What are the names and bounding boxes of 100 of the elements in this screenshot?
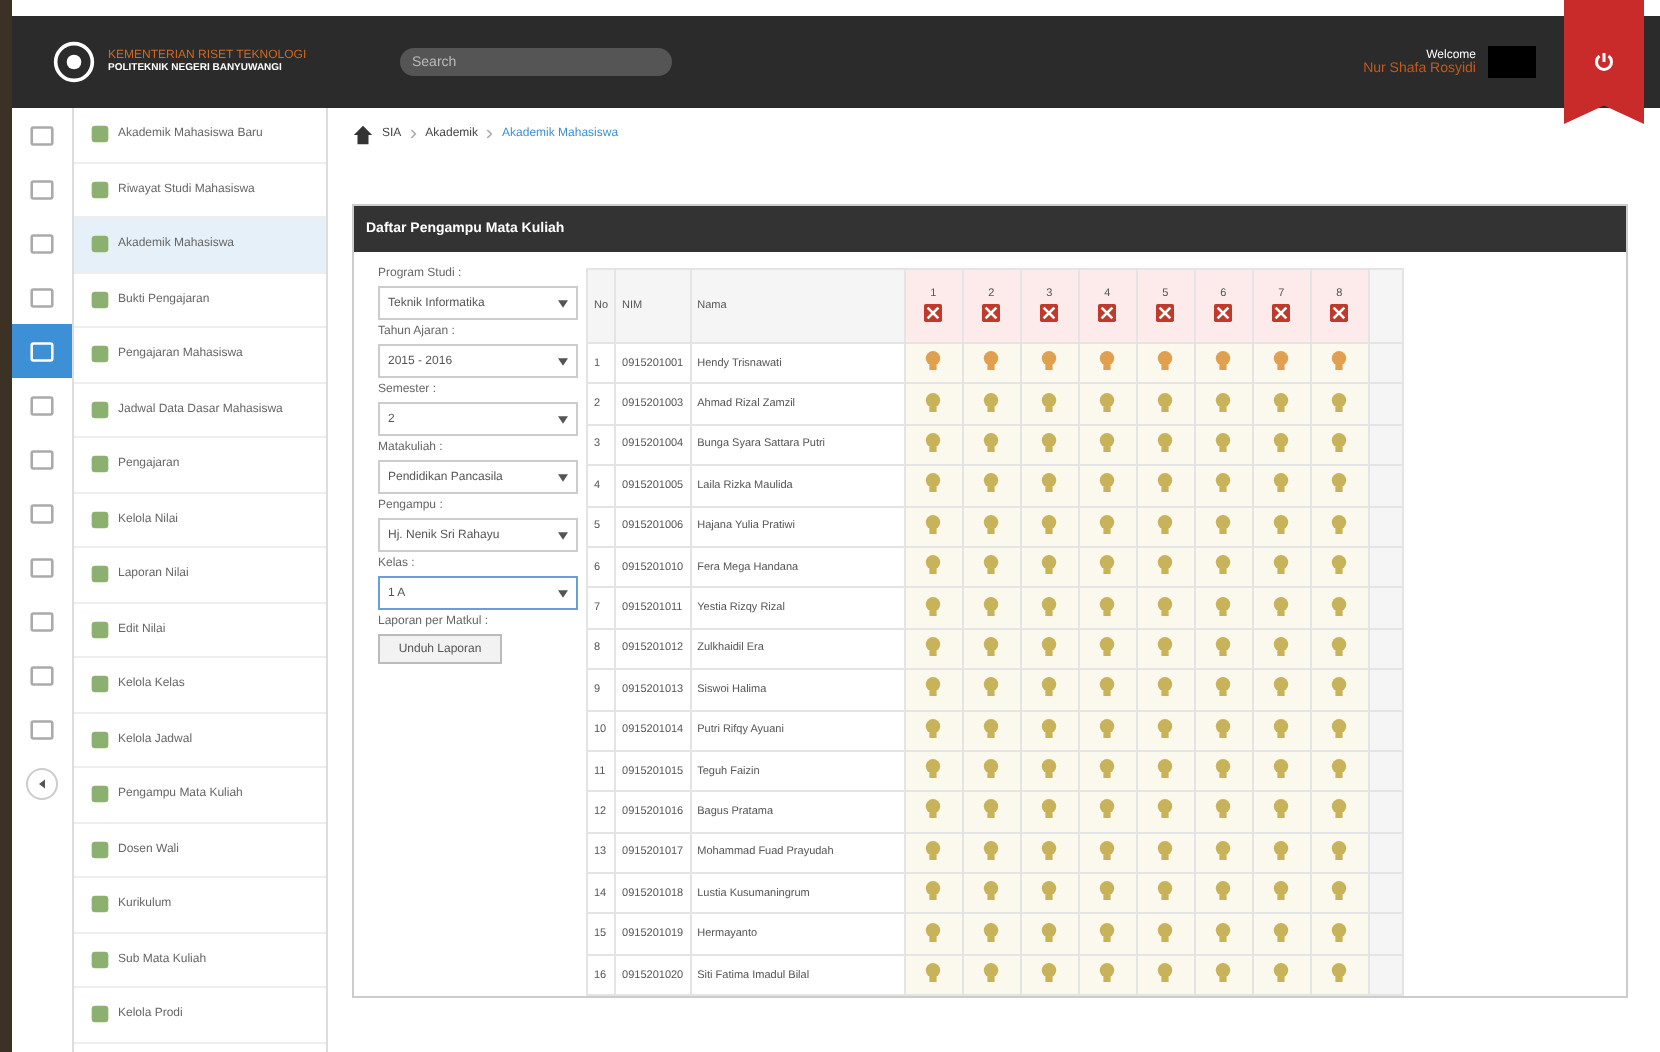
lightbulb-icon[interactable]: [1272, 350, 1291, 373]
lightbulb-icon[interactable]: [1040, 595, 1059, 618]
lightbulb-icon[interactable]: [924, 595, 943, 618]
lightbulb-icon[interactable]: [924, 839, 943, 862]
lightbulb-icon[interactable]: [1040, 431, 1059, 454]
lightbulb-icon[interactable]: [1330, 880, 1349, 903]
lightbulb-icon[interactable]: [1330, 839, 1349, 862]
lightbulb-icon[interactable]: [1098, 595, 1117, 618]
lightbulb-icon[interactable]: [1156, 554, 1175, 577]
lightbulb-icon[interactable]: [924, 391, 943, 414]
lightbulb-icon[interactable]: [1214, 921, 1233, 944]
logout-button[interactable]: [1564, 0, 1644, 124]
lightbulb-icon[interactable]: [1330, 391, 1349, 414]
lightbulb-icon[interactable]: [1156, 758, 1175, 781]
lightbulb-icon[interactable]: [1040, 635, 1059, 658]
lightbulb-icon[interactable]: [982, 554, 1001, 577]
lightbulb-icon[interactable]: [924, 350, 943, 373]
lightbulb-icon[interactable]: [924, 513, 943, 536]
lightbulb-icon[interactable]: [1098, 391, 1117, 414]
lightbulb-icon[interactable]: [1272, 921, 1291, 944]
lightbulb-icon[interactable]: [1272, 513, 1291, 536]
lightbulb-icon[interactable]: [1214, 391, 1233, 414]
lightbulb-icon[interactable]: [1330, 635, 1349, 658]
lightbulb-icon[interactable]: [982, 758, 1001, 781]
lightbulb-icon[interactable]: [982, 676, 1001, 699]
lightbulb-icon[interactable]: [1330, 350, 1349, 373]
lightbulb-icon[interactable]: [924, 635, 943, 658]
lightbulb-icon[interactable]: [1040, 839, 1059, 862]
collapse-button[interactable]: [26, 768, 58, 800]
lightbulb-icon[interactable]: [1214, 635, 1233, 658]
lightbulb-icon[interactable]: [1156, 798, 1175, 821]
lightbulb-icon[interactable]: [1156, 880, 1175, 903]
lightbulb-icon[interactable]: [924, 921, 943, 944]
lightbulb-icon[interactable]: [1330, 717, 1349, 740]
lightbulb-icon[interactable]: [1040, 921, 1059, 944]
lightbulb-icon[interactable]: [1272, 554, 1291, 577]
lightbulb-icon[interactable]: [1272, 472, 1291, 495]
lightbulb-icon[interactable]: [924, 758, 943, 781]
lightbulb-icon[interactable]: [1272, 717, 1291, 740]
lightbulb-icon[interactable]: [1330, 962, 1349, 985]
lightbulb-icon[interactable]: [1040, 798, 1059, 821]
lightbulb-icon[interactable]: [1098, 839, 1117, 862]
lightbulb-icon[interactable]: [1040, 758, 1059, 781]
lightbulb-icon[interactable]: [1156, 635, 1175, 658]
lightbulb-icon[interactable]: [1214, 676, 1233, 699]
lightbulb-icon[interactable]: [1214, 472, 1233, 495]
lightbulb-icon[interactable]: [1272, 391, 1291, 414]
lightbulb-icon[interactable]: [1156, 921, 1175, 944]
lightbulb-icon[interactable]: [1098, 921, 1117, 944]
lightbulb-icon[interactable]: [1156, 431, 1175, 454]
lightbulb-icon[interactable]: [1098, 676, 1117, 699]
lightbulb-icon[interactable]: [1330, 758, 1349, 781]
lightbulb-icon[interactable]: [982, 962, 1001, 985]
lightbulb-icon[interactable]: [982, 391, 1001, 414]
lightbulb-icon[interactable]: [1098, 880, 1117, 903]
lightbulb-icon[interactable]: [1272, 676, 1291, 699]
lightbulb-icon[interactable]: [1040, 554, 1059, 577]
lightbulb-icon[interactable]: [1214, 962, 1233, 985]
lightbulb-icon[interactable]: [1156, 391, 1175, 414]
lightbulb-icon[interactable]: [1214, 431, 1233, 454]
lightbulb-icon[interactable]: [1272, 880, 1291, 903]
lightbulb-icon[interactable]: [982, 880, 1001, 903]
lightbulb-icon[interactable]: [1098, 513, 1117, 536]
lightbulb-icon[interactable]: [1214, 350, 1233, 373]
lightbulb-icon[interactable]: [1330, 472, 1349, 495]
lightbulb-icon[interactable]: [1156, 717, 1175, 740]
lightbulb-icon[interactable]: [1098, 554, 1117, 577]
lightbulb-icon[interactable]: [1330, 676, 1349, 699]
lightbulb-icon[interactable]: [1156, 676, 1175, 699]
lightbulb-icon[interactable]: [924, 431, 943, 454]
lightbulb-icon[interactable]: [982, 472, 1001, 495]
lightbulb-icon[interactable]: [1156, 513, 1175, 536]
lightbulb-icon[interactable]: [1156, 472, 1175, 495]
lightbulb-icon[interactable]: [1040, 350, 1059, 373]
rail-tab[interactable]: [12, 324, 72, 378]
lightbulb-icon[interactable]: [1098, 758, 1117, 781]
lightbulb-icon[interactable]: [1214, 554, 1233, 577]
lightbulb-icon[interactable]: [1272, 839, 1291, 862]
lightbulb-icon[interactable]: [1040, 513, 1059, 536]
lightbulb-icon[interactable]: [1272, 962, 1291, 985]
lightbulb-icon[interactable]: [1098, 472, 1117, 495]
lightbulb-icon[interactable]: [1040, 391, 1059, 414]
lightbulb-icon[interactable]: [1156, 595, 1175, 618]
lightbulb-icon[interactable]: [1156, 350, 1175, 373]
lightbulb-icon[interactable]: [924, 962, 943, 985]
lightbulb-icon[interactable]: [1330, 431, 1349, 454]
lightbulb-icon[interactable]: [1330, 595, 1349, 618]
lightbulb-icon[interactable]: [1156, 839, 1175, 862]
lightbulb-icon[interactable]: [1156, 962, 1175, 985]
lightbulb-icon[interactable]: [1040, 962, 1059, 985]
lightbulb-icon[interactable]: [1330, 554, 1349, 577]
lightbulb-icon[interactable]: [1098, 431, 1117, 454]
lightbulb-icon[interactable]: [982, 839, 1001, 862]
lightbulb-icon[interactable]: [1214, 758, 1233, 781]
lightbulb-icon[interactable]: [1040, 472, 1059, 495]
lightbulb-icon[interactable]: [1272, 798, 1291, 821]
lightbulb-icon[interactable]: [1214, 880, 1233, 903]
lightbulb-icon[interactable]: [982, 350, 1001, 373]
lightbulb-icon[interactable]: [1098, 962, 1117, 985]
lightbulb-icon[interactable]: [1214, 595, 1233, 618]
